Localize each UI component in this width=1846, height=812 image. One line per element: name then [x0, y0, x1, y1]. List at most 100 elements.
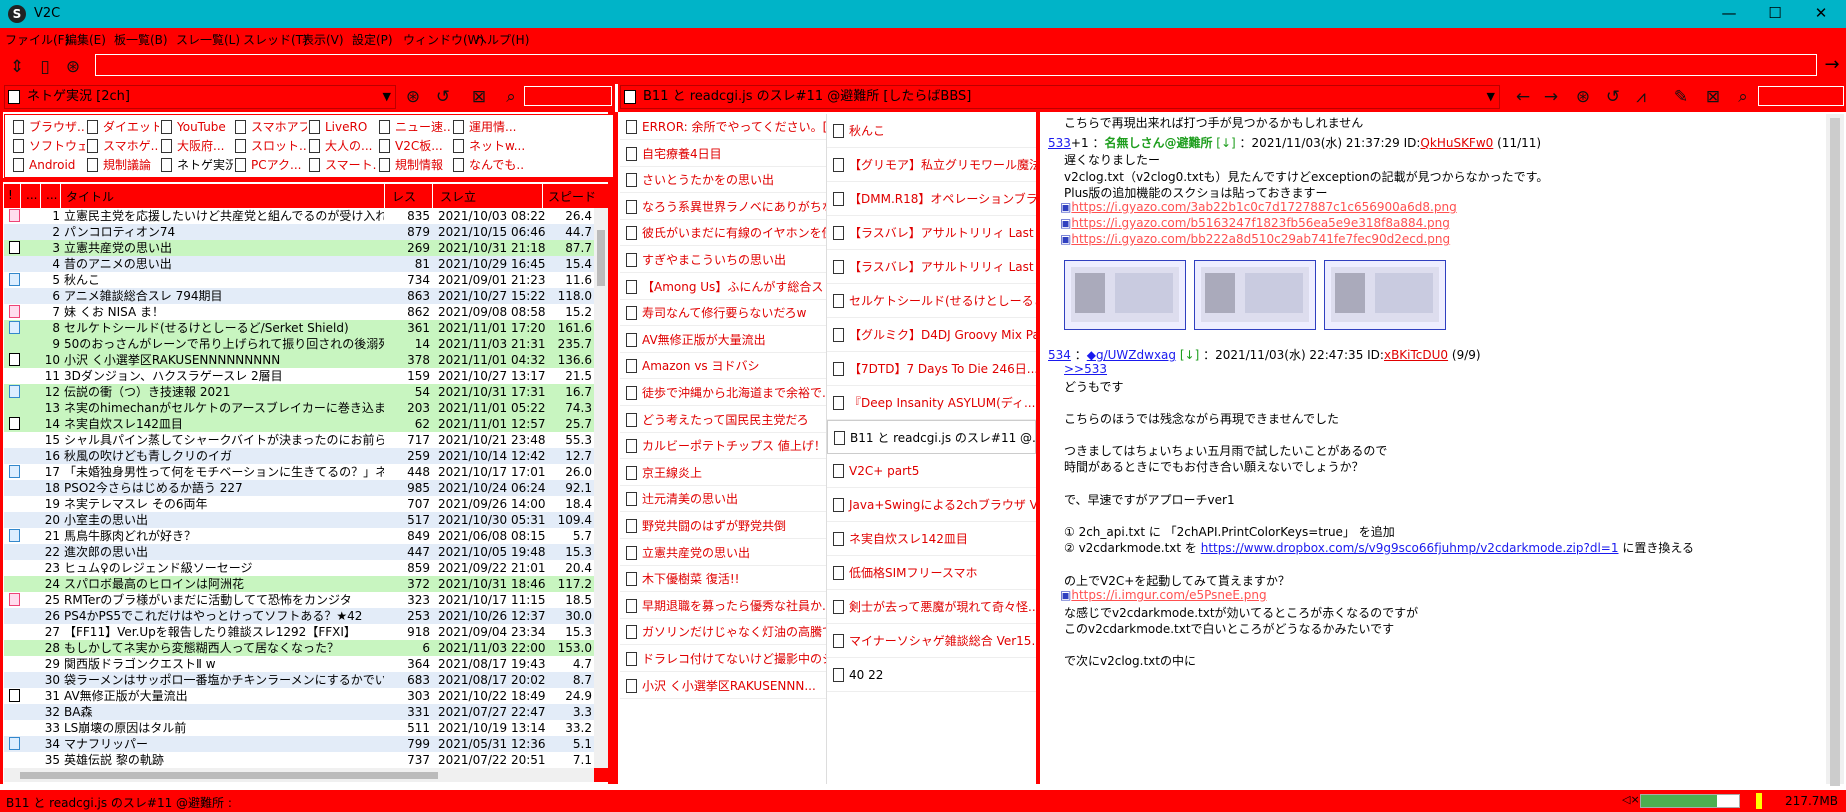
thread-selector[interactable]: B11 と readcgi.js のスレ#11 @避難所 [したらばBBS] ▼	[620, 85, 1500, 109]
board-tab[interactable]: 規制議論	[85, 155, 159, 175]
board-tab[interactable]: なんでも...	[451, 155, 525, 175]
board-tab[interactable]: ブラウザ...	[11, 117, 85, 137]
table-row[interactable]: 6 アニメ雑談総合スレ 794期目 863 2021/10/27 15:22 118.0	[4, 288, 594, 304]
board-tab[interactable]: スマホゲ...	[85, 136, 159, 156]
thread-search-input[interactable]	[1758, 86, 1844, 106]
board-tab[interactable]: 規制情報	[377, 155, 451, 175]
col-c2[interactable]: ...	[26, 188, 37, 202]
board-tab[interactable]: ダイエット	[85, 117, 159, 137]
menu-settings[interactable]: 設定(P)	[352, 31, 393, 48]
open-thread-item[interactable]: どう考えたって国民民主党だろ	[620, 407, 826, 433]
image-link[interactable]: ▣https://i.gyazo.com/bb222a8d510c29ab741…	[1060, 232, 1450, 246]
close-board-icon[interactable]: ⊠	[466, 84, 492, 110]
table-row[interactable]: 33 LS崩壊の原因はタル前 511 2021/10/19 13:14 33.2	[4, 720, 594, 736]
board-tab[interactable]: Android	[11, 155, 85, 175]
forward-icon[interactable]: →	[1538, 84, 1564, 110]
post-number[interactable]: 533	[1048, 136, 1071, 150]
open-thread-item[interactable]: 【ラスバレ】アサルトリリィ Last Bull...	[827, 216, 1036, 250]
table-row[interactable]: 26 PS4かPS5でこれだけはやっとけってソフトある？★42 253 2021/10…	[4, 608, 594, 624]
image-thumbnail[interactable]	[1064, 260, 1186, 330]
open-thread-item-active[interactable]: B11 と readcgi.js のスレ#11 @...	[827, 420, 1036, 454]
image-link[interactable]: ▣https://i.gyazo.com/b5163247f1823fb56ea…	[1060, 216, 1450, 230]
open-thread-item[interactable]: カルビーポテトチップス 値上げ！！	[620, 433, 826, 460]
open-thread-item[interactable]: 小沢 く小選挙区RAKUSENNN...	[620, 673, 826, 699]
table-row[interactable]: 13 ネ実のhimechanがセルケトのアースブレイカーに巻き込まれてP... 20…	[4, 400, 594, 416]
horizontal-scroll-thumb[interactable]	[20, 772, 438, 779]
address-input[interactable]	[95, 54, 1817, 76]
table-row[interactable]: 7 妹 くお NISA ま！ 862 2021/09/08 08:58 15.2	[4, 304, 594, 320]
table-row[interactable]: 28 もしかしてネ実から変態糊西人って居なくなった？ 6 2021/11/03 22:…	[4, 640, 594, 656]
poster-name[interactable]: 名無しさん@避難所	[1104, 136, 1212, 150]
open-thread-item[interactable]: AV無修正版が大量流出	[620, 327, 826, 353]
undo-icon[interactable]: ↺	[1600, 84, 1626, 110]
pane-divider[interactable]	[608, 112, 618, 784]
open-thread-item[interactable]: 京王線炎上	[620, 460, 826, 486]
reload-thread-icon[interactable]: ⊛	[1570, 84, 1596, 110]
col-mark[interactable]: !	[8, 188, 13, 202]
table-row[interactable]: 22 進次郎の思い出 447 2021/10/05 19:48 15.3	[4, 544, 594, 560]
table-row[interactable]: 19 ネ実テレマスレ その6両年 707 2021/09/26 14:00 18.4	[4, 496, 594, 512]
board-tab[interactable]: ソフトウェア	[11, 136, 85, 156]
table-row[interactable]: 5 秋んこ 734 2021/09/01 21:23 11.6	[4, 272, 594, 288]
open-thread-item[interactable]: 早期退職を募ったら優秀な社員か...	[620, 593, 826, 619]
open-thread-item[interactable]: ネ実自炊スレ142皿目	[827, 522, 1036, 556]
table-row[interactable]: 23 ヒュム♀のレジェンド級ソーセージ 859 2021/09/22 21:01 20.…	[4, 560, 594, 576]
close-window-button[interactable]: ✕	[1798, 0, 1844, 28]
open-thread-item[interactable]: 立憲共産党の思い出	[620, 540, 826, 566]
undo-icon[interactable]: ↺	[430, 84, 456, 110]
open-thread-item[interactable]: 【DMM.R18】オペレーションブラック...	[827, 182, 1036, 216]
open-thread-item[interactable]: 秋んこ	[827, 114, 1036, 148]
reply-anchor[interactable]: >>533	[1064, 362, 1107, 376]
table-row[interactable]: 27 【FF11】Ver.Upを報告したり雑談スレ1292【FFXI】 918 202…	[4, 624, 594, 640]
open-thread-item[interactable]: ガソリンだけじゃなく灯油の高騰で...	[620, 619, 826, 646]
table-row[interactable]: 15 シャル具パイン蒸してシャークバイトが決まったのにお前らはFFか 717 2021…	[4, 432, 594, 448]
back-icon[interactable]: ←	[1510, 84, 1536, 110]
table-row[interactable]: 17 「未婚独身男性って何をモチベーションに生きてるの？」ネットで... 448 20…	[4, 464, 594, 480]
image-link[interactable]: ▣https://i.imgur.com/e5PsneE.png	[1060, 588, 1267, 602]
open-thread-item[interactable]: 【7DTD】7 Days To Die 246日...	[827, 352, 1036, 386]
open-thread-item[interactable]: 徒歩で沖縄から北海道まで余裕で...	[620, 380, 826, 406]
menu-edit[interactable]: 編集(E)	[65, 31, 106, 48]
close-thread-icon[interactable]: ⊠	[1700, 84, 1726, 110]
chart-icon[interactable]: ⩘	[1628, 84, 1654, 110]
menu-help[interactable]: ヘルプ(H)	[475, 31, 529, 48]
table-row[interactable]: 24 スパロボ最高のヒロインは阿洲花 372 2021/10/31 18:46 117.…	[4, 576, 594, 592]
board-search-input[interactable]	[524, 86, 612, 106]
table-row[interactable]: 10 小沢 く小選挙区RAKUSENNNNNNNNN 378 2021/11/01 0…	[4, 352, 594, 368]
open-thread-item[interactable]: Java+Swingによる2chブラウザ V...	[827, 488, 1036, 522]
write-icon[interactable]: ✎	[1668, 84, 1694, 110]
open-thread-item[interactable]: なろう系異世界ラノベにありがちなこと	[620, 194, 826, 220]
table-row[interactable]: 16 秋風の吹けども青しクリのイガ 259 2021/10/14 12:42 12.7	[4, 448, 594, 464]
board-tab[interactable]: ニュー速...	[377, 117, 451, 137]
open-thread-item[interactable]: 木下優樹菜 復活!!	[620, 566, 826, 593]
open-thread-item[interactable]: 寿司なんて修行要らないだろw	[620, 300, 826, 327]
menu-thread-list[interactable]: スレ一覧(L)	[176, 31, 240, 48]
board-tab[interactable]: ネットw...	[451, 136, 525, 156]
table-row[interactable]: 1 立憲民主党を応援したいけど共産党と組んでるのが受け入れら... 835 2021/…	[4, 208, 594, 224]
menu-boards[interactable]: 板一覧(B)	[114, 31, 168, 48]
chevron-down-icon[interactable]: ▼	[1487, 86, 1495, 108]
poster-name[interactable]: ◆g/UWZdwxag	[1087, 348, 1176, 362]
col-res[interactable]: レス	[392, 188, 416, 205]
table-row[interactable]: 20 小室圭の思い出 517 2021/10/30 05:31 109.4	[4, 512, 594, 528]
table-row[interactable]: 4 昔のアニメの思い出 81 2021/10/29 16:45 15.4	[4, 256, 594, 272]
table-row[interactable]: 2 パンコロティオン74 879 2021/10/15 06:46 44.7	[4, 224, 594, 240]
table-row[interactable]: 12 伝説の衝（つ）き技速報 2021 54 2021/10/31 17:31 16.7	[4, 384, 594, 400]
table-row[interactable]: 14 ネ実自炊スレ142皿目 62 2021/11/01 12:57 25.7	[4, 416, 594, 432]
board-tab[interactable]: スロット...	[233, 136, 307, 156]
open-thread-item[interactable]: 低価格SIMフリースマホ	[827, 556, 1036, 590]
open-thread-item[interactable]: 【グルミク】D4DJ Groovy Mix Pa...	[827, 318, 1036, 352]
open-thread-item[interactable]: さいとうたかをの思い出	[620, 167, 826, 194]
reload-all-icon[interactable]: ⊛	[60, 54, 86, 80]
board-tab[interactable]: スマホアプリ	[233, 117, 307, 137]
reply-arrow[interactable]: [↓]	[1180, 348, 1199, 362]
open-thread-item[interactable]: セルケトシールド(せるけとしーるど/S...	[827, 284, 1036, 318]
maximize-button[interactable]: ☐	[1752, 0, 1798, 28]
open-thread-item[interactable]: Amazon vs ヨドバシ	[620, 353, 826, 380]
mouse-gesture-icon[interactable]: ▯	[32, 54, 58, 80]
table-row[interactable]: 25 RMTerのブラ様がいまだに活動してて恐怖をカンジタ 323 2021/10/1…	[4, 592, 594, 608]
search-icon[interactable]: ⌕	[1730, 84, 1756, 110]
image-link[interactable]: ▣https://i.gyazo.com/3ab22b1c0c7d1727887…	[1060, 200, 1457, 214]
go-button[interactable]: →	[1820, 54, 1844, 78]
board-tab[interactable]: 運用情...	[451, 117, 525, 137]
